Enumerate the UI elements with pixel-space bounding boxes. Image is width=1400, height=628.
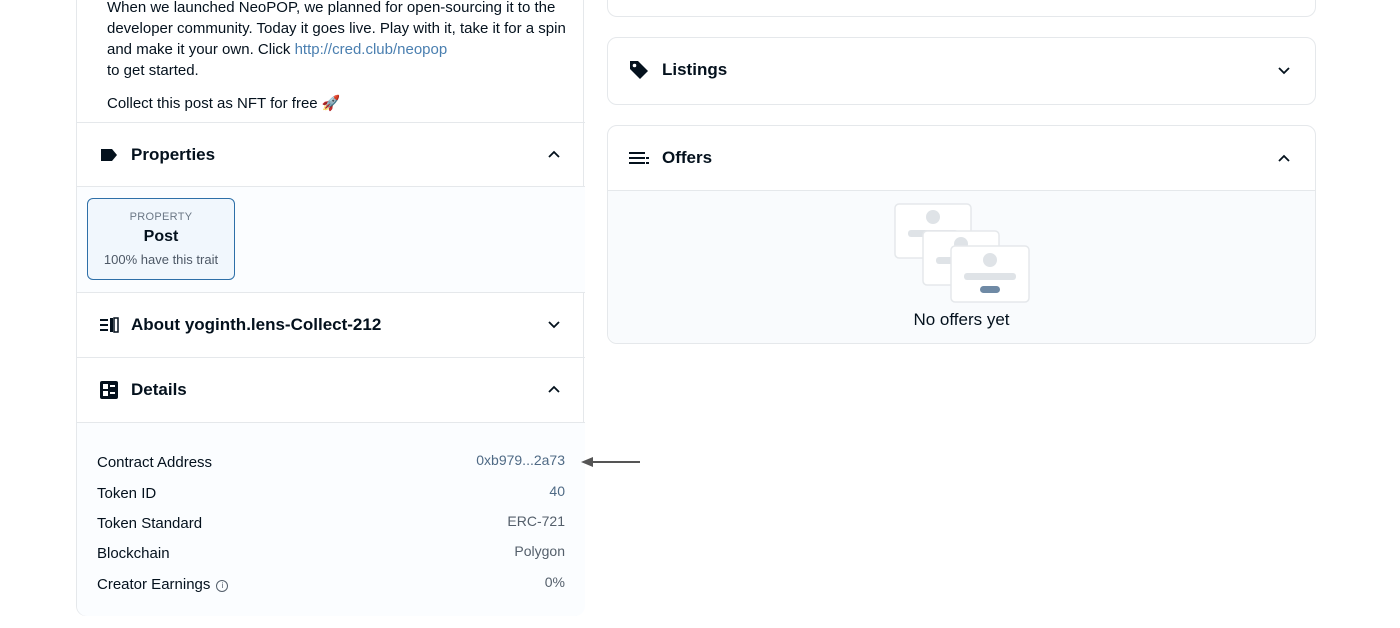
chevron-down-icon[interactable] — [1277, 63, 1291, 77]
details-body: Contract Address 0xb979...2a73 Token ID … — [77, 422, 585, 616]
offers-title: Offers — [662, 148, 713, 167]
property-type: PROPERTY — [129, 211, 193, 223]
chevron-up-icon[interactable] — [1277, 151, 1291, 165]
detail-row-token-standard: Token Standard ERC-721 — [97, 513, 565, 537]
properties-title: Properties — [131, 144, 216, 164]
detail-row-token-id: Token ID 40 — [97, 483, 565, 507]
about-header[interactable]: About yoginth.lens-Collect-212 — [77, 292, 585, 356]
properties-header[interactable]: Properties — [77, 122, 585, 186]
detail-label: Token Standard — [97, 515, 203, 532]
listings-title: Listings — [662, 60, 728, 79]
empty-offers-illustration-icon — [894, 203, 1030, 303]
detail-label: Contract Address — [97, 454, 213, 471]
offers-body: No offers yet — [608, 190, 1315, 343]
properties-body: PROPERTY Post 100% have this trait — [77, 186, 585, 292]
detail-value: Polygon — [514, 543, 565, 559]
no-offers-text: No offers yet — [913, 310, 1010, 329]
price-tag-icon — [630, 61, 648, 79]
description-tail: to get started. — [107, 62, 199, 79]
neopop-link[interactable]: http://cred.club/neopop — [295, 41, 448, 58]
detail-label: Creator Earnings i — [97, 576, 229, 593]
chevron-up-icon[interactable] — [547, 147, 561, 161]
listings-panel[interactable]: Listings — [607, 37, 1316, 105]
offers-header[interactable]: Offers — [608, 126, 1315, 190]
creator-earnings-label: Creator Earnings — [97, 576, 211, 593]
about-title: About yoginth.lens-Collect-212 — [131, 314, 382, 334]
collect-line: Collect this post as NFT for free 🚀 — [107, 95, 341, 112]
tag-label-icon — [101, 149, 117, 161]
annotation-arrow-icon — [581, 457, 640, 467]
detail-value: ERC-721 — [507, 513, 565, 529]
contract-address-link[interactable]: 0xb979...2a73 — [476, 452, 565, 468]
token-id-link[interactable]: 40 — [549, 483, 565, 499]
detail-row-creator-earnings: Creator Earnings i 0% — [97, 574, 565, 598]
detail-label: Token ID — [97, 485, 157, 502]
property-rarity: 100% have this trait — [103, 252, 219, 267]
details-grid-icon — [100, 381, 118, 399]
description-list-icon — [100, 317, 119, 333]
info-icon[interactable]: i — [216, 580, 229, 592]
property-value: Post — [143, 228, 179, 245]
details-title: Details — [131, 379, 187, 399]
property-card[interactable]: PROPERTY Post 100% have this trait — [87, 198, 235, 280]
chevron-down-icon[interactable] — [547, 317, 561, 331]
detail-label: Blockchain — [97, 545, 170, 562]
offers-panel: Offers No offers yet — [607, 125, 1316, 344]
left-column: When we launched NeoPOP, we planned for … — [76, 0, 585, 616]
listings-header[interactable]: Listings — [608, 38, 1315, 102]
chevron-up-icon[interactable] — [547, 382, 561, 396]
top-panel-edge — [607, 0, 1316, 17]
detail-row-blockchain: Blockchain Polygon — [97, 543, 565, 567]
description-text: When we launched NeoPOP, we planned for … — [107, 0, 567, 81]
detail-value: 0% — [544, 574, 565, 590]
detail-row-contract: Contract Address 0xb979...2a73 — [97, 452, 565, 476]
details-header[interactable]: Details — [77, 357, 585, 421]
list-lines-icon — [629, 152, 649, 164]
